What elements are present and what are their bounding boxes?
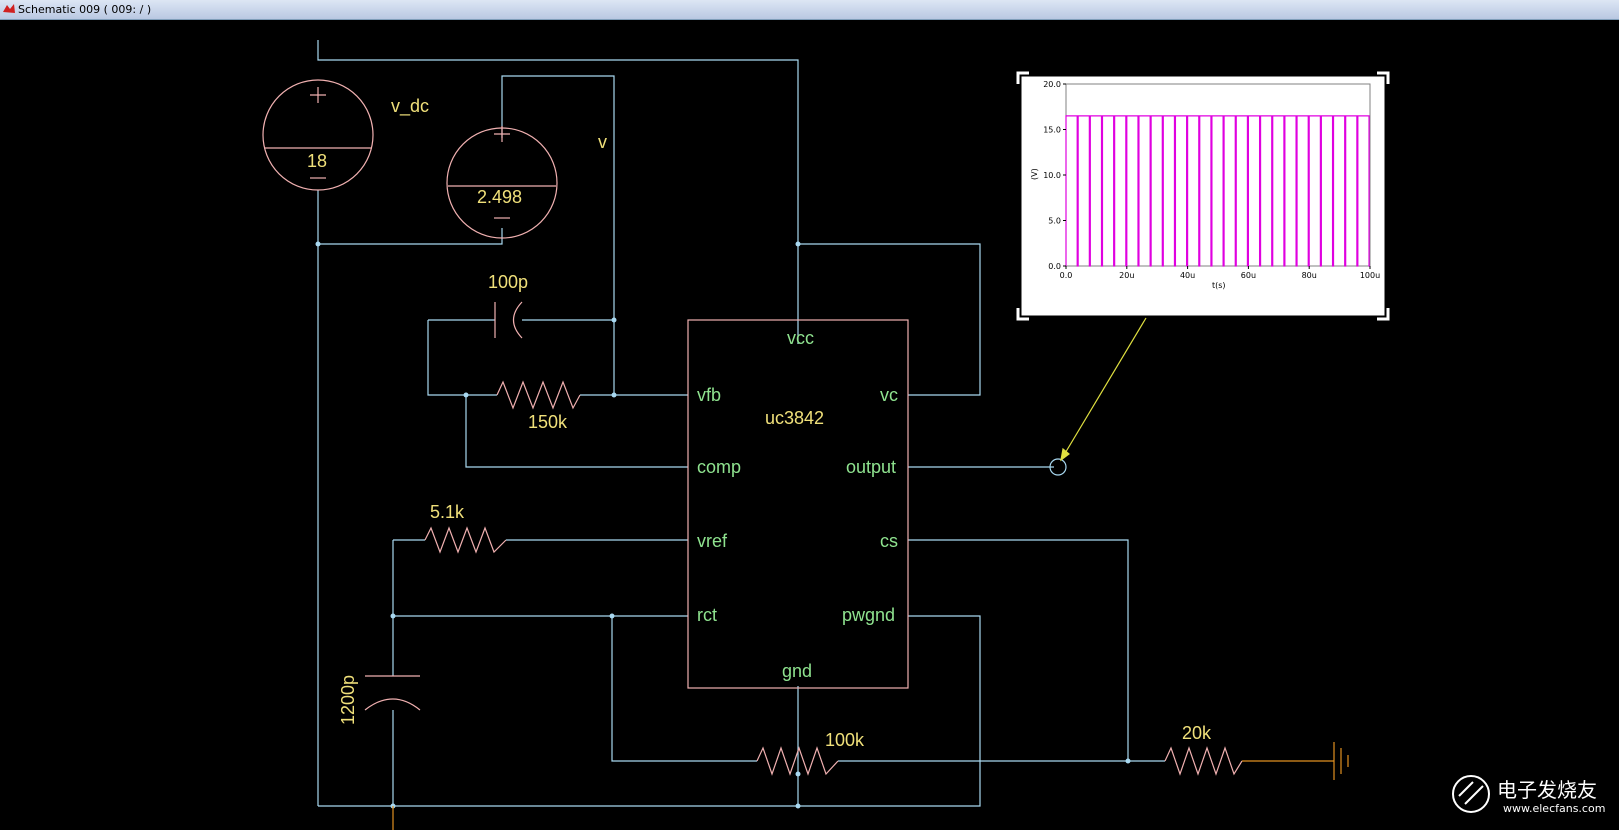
x-tick-label: 0.0 xyxy=(1060,271,1073,280)
junction-dots xyxy=(315,241,1131,809)
x-axis-label: t(s) xyxy=(1212,281,1226,290)
pin-output-label: output xyxy=(846,457,896,477)
dc-source-v-dc[interactable] xyxy=(262,79,374,191)
source-v-dc-value: 18 xyxy=(307,151,327,171)
watermark-logo-icon xyxy=(1452,775,1490,813)
resistor-5k1-label: 5.1k xyxy=(430,502,465,522)
dc-source-v[interactable] xyxy=(446,126,558,239)
pin-vcc-label: vcc xyxy=(787,328,814,348)
capacitor-1200p-label: 1200p xyxy=(338,675,358,725)
app-icon xyxy=(3,4,15,13)
watermark: 电子发烧友 www.elecfans.com xyxy=(1449,770,1609,824)
watermark-url: www.elecfans.com xyxy=(1503,802,1606,815)
x-tick-label: 80u xyxy=(1302,271,1317,280)
probe-waveform-window[interactable]: 20.0 15.0 10.0 5.0 0.0 0.0 20u 40u 60u 80u 100u (… xyxy=(1016,71,1390,321)
pin-pwgnd-label: pwgnd xyxy=(842,605,895,625)
ic-name-label: uc3842 xyxy=(765,408,824,428)
y-tick-label: 15.0 xyxy=(1043,126,1061,135)
y-tick-label: 0.0 xyxy=(1048,262,1061,271)
source-v-dc-name: v_dc xyxy=(391,96,429,117)
resistor-20k-label: 20k xyxy=(1182,723,1212,743)
pin-rct-label: rct xyxy=(697,605,717,625)
capacitor-1200p[interactable] xyxy=(364,675,421,711)
source-v-value: 2.498 xyxy=(477,187,522,207)
y-tick-label: 20.0 xyxy=(1043,80,1061,89)
resistor-20k[interactable] xyxy=(1164,746,1243,776)
capacitor-100p[interactable] xyxy=(494,301,523,339)
x-tick-label: 100u xyxy=(1360,271,1380,280)
resistor-100k-label: 100k xyxy=(825,730,865,750)
plot-area xyxy=(1065,83,1371,267)
resistor-5k1[interactable] xyxy=(424,526,507,554)
pin-cs-label: cs xyxy=(880,531,898,551)
resistor-150k[interactable] xyxy=(496,380,581,410)
schematic-canvas[interactable]: vcc vfb vc comp output vref cs rct pwgnd… xyxy=(0,20,1619,830)
pin-gnd-label: gnd xyxy=(782,661,812,681)
x-tick-label: 20u xyxy=(1119,271,1134,280)
x-tick-label: 60u xyxy=(1241,271,1256,280)
pin-vc-label: vc xyxy=(880,385,898,405)
resistor-150k-label: 150k xyxy=(528,412,568,432)
window-title: Schematic 009 ( 009: / ) xyxy=(18,3,152,16)
capacitor-100p-label: 100p xyxy=(488,272,528,292)
pin-comp-label: comp xyxy=(697,457,741,477)
y-axis-unit: (V) xyxy=(1030,168,1039,180)
title-bar: Schematic 009 ( 009: / ) xyxy=(0,0,1619,20)
watermark-text: 电子发烧友 xyxy=(1497,778,1597,802)
probe-marker[interactable] xyxy=(1049,317,1147,476)
y-tick-label: 10.0 xyxy=(1043,171,1061,180)
ic-uc3842-body[interactable] xyxy=(687,319,909,689)
source-v-name: v xyxy=(598,132,607,152)
pin-vfb-label: vfb xyxy=(697,385,721,405)
pin-vref-label: vref xyxy=(697,531,728,551)
y-tick-label: 5.0 xyxy=(1048,217,1061,226)
x-tick-label: 40u xyxy=(1180,271,1195,280)
